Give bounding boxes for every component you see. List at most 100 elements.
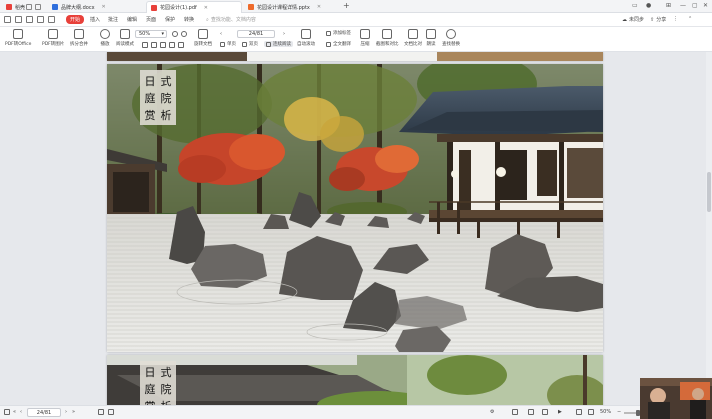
- button-label: 全文翻译: [333, 42, 351, 47]
- pdf-to-office-button[interactable]: PDF转Office: [5, 29, 31, 47]
- double-page-icon: [242, 41, 247, 47]
- collapse-icon[interactable]: ⌃: [688, 16, 692, 22]
- menu-start[interactable]: 开始: [66, 15, 84, 24]
- new-tab-icon[interactable]: +: [343, 1, 350, 10]
- play-button[interactable]: 播放: [100, 29, 110, 47]
- zoom-out-icon[interactable]: −: [617, 409, 621, 415]
- print-icon[interactable]: [37, 16, 44, 23]
- title-char: 析: [161, 398, 172, 406]
- title-char: 庭: [144, 382, 156, 396]
- double-view-icon[interactable]: [528, 409, 534, 415]
- play-icon[interactable]: ▶: [558, 409, 562, 415]
- sidebar-toggle-icon[interactable]: [4, 409, 10, 415]
- tablet-icon[interactable]: [26, 4, 32, 10]
- title-char: 式: [160, 74, 172, 88]
- restore-icon[interactable]: ▭: [632, 2, 638, 9]
- title-char: 析: [160, 108, 172, 122]
- button-label: 自动滚动: [297, 42, 315, 47]
- pdf-to-image-button[interactable]: PDF转图片: [42, 29, 64, 47]
- window-close-icon[interactable]: ✕: [703, 2, 708, 9]
- maximize-icon[interactable]: ▢: [692, 2, 698, 9]
- ppt-file-icon: [248, 4, 254, 10]
- page-input[interactable]: 24/81: [237, 30, 275, 38]
- read-mode-button[interactable]: 阅读模式: [116, 29, 134, 47]
- menu-protect[interactable]: 保护: [165, 16, 175, 23]
- menu-insert[interactable]: 插入: [90, 16, 100, 23]
- compress-button[interactable]: 压缩: [360, 29, 370, 47]
- avatar[interactable]: ●: [646, 2, 651, 9]
- double-page-button[interactable]: 双页: [242, 41, 258, 47]
- fit-view-icon[interactable]: [576, 409, 582, 415]
- zoom-out-icon[interactable]: [181, 31, 187, 37]
- button-label: 旋转文档: [194, 42, 212, 47]
- zoom-in-icon[interactable]: [172, 31, 178, 37]
- auto-scroll-button[interactable]: 自动滚动: [297, 29, 315, 47]
- rotate-doc-button[interactable]: 旋转文档: [194, 29, 212, 47]
- last-page-icon[interactable]: »: [72, 409, 75, 415]
- settings-icon[interactable]: ⚙: [490, 409, 494, 415]
- menu-page[interactable]: 页面: [146, 16, 156, 23]
- actual-size-icon[interactable]: [160, 42, 166, 48]
- first-page-icon[interactable]: «: [13, 409, 16, 415]
- share-button[interactable]: ⇪ 分享: [650, 16, 667, 24]
- apps-icon[interactable]: ⊞: [666, 2, 671, 9]
- sync-status[interactable]: ☁ 未同步: [622, 16, 644, 24]
- file-menu-icon[interactable]: [15, 16, 22, 23]
- split-merge-button[interactable]: 拆分合并: [70, 29, 88, 47]
- status-page-value: 24/81: [36, 409, 52, 416]
- next-page-icon[interactable]: ›: [65, 409, 67, 415]
- status-page-input[interactable]: 24/81: [27, 408, 61, 417]
- menu-convert[interactable]: 转换: [184, 16, 194, 23]
- find-replace-button[interactable]: 查找替换: [442, 29, 460, 47]
- book-view-icon[interactable]: [542, 409, 548, 415]
- screenshot-compare-button[interactable]: 截图和对比: [376, 29, 399, 47]
- doc-compare-button[interactable]: 文档比对: [404, 29, 422, 47]
- button-label: 单页: [227, 42, 236, 47]
- rotate-right-icon[interactable]: [178, 42, 184, 48]
- title-char: 赏: [145, 398, 156, 406]
- layout-icon[interactable]: [108, 409, 114, 415]
- share-label: 分享: [656, 17, 667, 23]
- tab-label: 花园设计(1).pdf: [160, 5, 197, 11]
- tab-label: 花园设计课程详情.pptx: [257, 4, 310, 11]
- read-aloud-button[interactable]: 朗读: [426, 29, 436, 47]
- button-label: 拆分合并: [70, 42, 88, 47]
- close-icon[interactable]: ✕: [102, 4, 106, 10]
- next-page-icon[interactable]: ›: [283, 31, 289, 37]
- more-icon[interactable]: ⋮: [673, 16, 678, 22]
- chevron-down-icon: ▾: [161, 31, 164, 37]
- search-input[interactable]: ⌕ 查找功能、文档内容: [206, 16, 256, 24]
- fit-page-icon[interactable]: [142, 42, 148, 48]
- minimize-icon[interactable]: —: [680, 2, 686, 9]
- screenshot-icon: [382, 29, 393, 39]
- rotate-left-icon[interactable]: [169, 42, 175, 48]
- vertical-scrollbar[interactable]: [706, 52, 712, 405]
- close-icon[interactable]: ✕: [204, 5, 208, 11]
- book-icon: [120, 29, 130, 39]
- add-bookmark-button[interactable]: 添加标签: [326, 30, 351, 36]
- full-translate-button[interactable]: 全文翻译: [326, 41, 351, 47]
- menu-edit[interactable]: 编辑: [127, 16, 137, 23]
- document-viewport[interactable]: 日 式 庭 院 赏 析 日 式 庭 院 赏 析: [0, 52, 712, 405]
- undo-icon[interactable]: [48, 16, 55, 23]
- tab-ppt[interactable]: 花园设计课程详情.pptx ✕: [244, 1, 325, 13]
- prev-page-icon[interactable]: ‹: [20, 409, 22, 415]
- title-char: 庭: [144, 91, 156, 105]
- save-icon[interactable]: [26, 16, 33, 23]
- tab-word-doc[interactable]: 品牌大纲.docx ✕: [48, 1, 110, 13]
- menu-comment[interactable]: 批注: [108, 16, 118, 23]
- scrollbar-thumb[interactable]: [707, 172, 711, 212]
- close-icon[interactable]: ✕: [317, 4, 321, 10]
- copy-icon[interactable]: [35, 4, 41, 10]
- fit-width-icon[interactable]: [151, 42, 157, 48]
- single-page-button[interactable]: 单页: [220, 41, 236, 47]
- menu-icon[interactable]: [4, 16, 11, 23]
- single-view-icon[interactable]: [512, 409, 518, 415]
- export-icon[interactable]: [98, 409, 104, 415]
- continuous-read-button[interactable]: 连续阅读: [264, 41, 293, 47]
- zoom-select[interactable]: 50% ▾: [135, 30, 167, 38]
- screen-icon[interactable]: [588, 409, 594, 415]
- tab-pdf[interactable]: 花园设计(1).pdf ✕: [146, 1, 242, 13]
- title-bar: 稻壳 品牌大纲.docx ✕ 花园设计(1).pdf ✕ 花园设计课程详情.pp…: [0, 0, 712, 13]
- first-page-icon[interactable]: ‹: [220, 31, 226, 37]
